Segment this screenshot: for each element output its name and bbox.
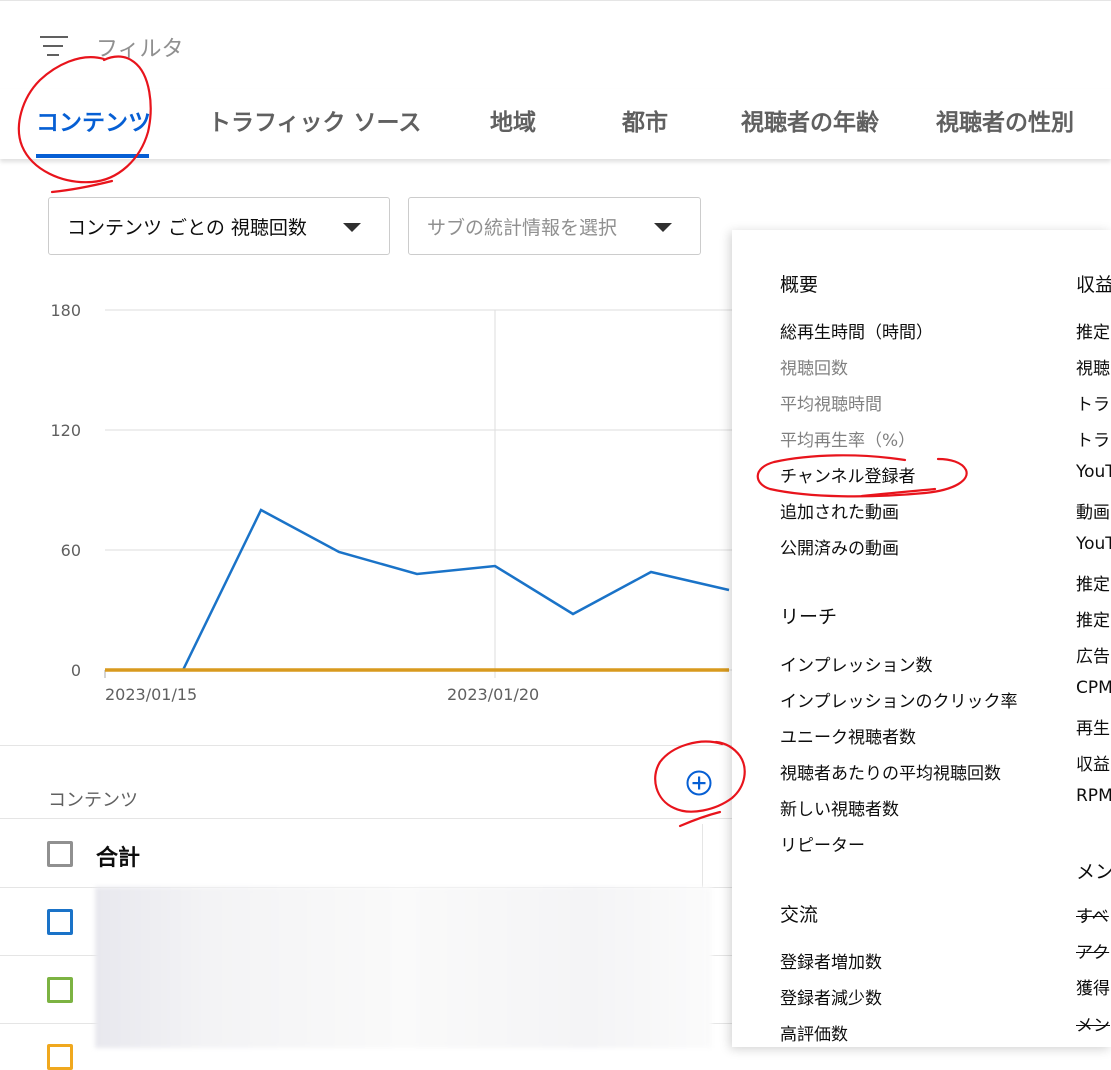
menu-section-title: 収益 <box>1076 274 1111 296</box>
tab-viewer-gender[interactable]: 視聴者の性別 <box>936 89 1074 159</box>
content-table: コンテンツ 合計 <box>0 745 735 1070</box>
report-tabs: コンテンツ トラフィック ソース 地域 都市 視聴者の年齢 視聴者の性別 <box>0 89 1111 159</box>
metric-option[interactable]: 再生 <box>1076 714 1110 739</box>
menu-section-title: 交流 <box>780 904 819 926</box>
metric-option[interactable]: 公開済みの動画 <box>780 534 899 559</box>
y-tick-label: 0 <box>71 661 81 680</box>
metric-option[interactable]: 追加された動画 <box>780 498 899 523</box>
blurred-content-rows <box>95 887 712 1048</box>
metric-option[interactable]: トラ <box>1076 390 1110 415</box>
metric-option[interactable]: 視聴者あたりの平均視聴回数 <box>780 759 1001 784</box>
y-tick-label: 60 <box>61 541 81 560</box>
metric-option[interactable]: 新しい視聴者数 <box>780 795 899 820</box>
metric-option[interactable]: 推定 <box>1076 606 1110 631</box>
metric-option[interactable]: 登録者減少数 <box>780 984 882 1009</box>
x-tick-label: 2023/01/20 <box>447 685 539 704</box>
add-circle-icon[interactable] <box>686 770 712 796</box>
metric-dropdown-value: コンテンツ ごとの 視聴回数 <box>67 217 307 239</box>
row-checkbox[interactable] <box>47 977 73 1003</box>
metric-option[interactable]: CPM <box>1076 678 1111 698</box>
filter-label[interactable]: フィルタ <box>96 31 184 63</box>
menu-section-title: リーチ <box>780 606 838 628</box>
tab-viewer-age[interactable]: 視聴者の年齢 <box>741 89 879 159</box>
metric-option[interactable]: 獲得 <box>1076 974 1110 999</box>
tab-content[interactable]: コンテンツ <box>36 89 151 159</box>
metric-option[interactable]: インプレッションのクリック率 <box>780 687 1018 712</box>
tab-traffic-source[interactable]: トラフィック ソース <box>208 89 421 159</box>
metric-option[interactable]: トラ <box>1076 426 1110 451</box>
metric-option[interactable]: YouT <box>1076 534 1111 554</box>
metric-option[interactable]: RPM <box>1076 786 1111 806</box>
metric-option[interactable]: 総再生時間（時間） <box>780 318 933 343</box>
menu-section-title: メン <box>1076 861 1111 883</box>
metric-option[interactable]: 平均視聴時間 <box>780 390 882 415</box>
metric-option[interactable]: 動画 <box>1076 498 1110 523</box>
total-row-label: 合計 <box>96 846 141 871</box>
y-tick-label: 120 <box>50 421 81 440</box>
metric-option[interactable]: 視聴 <box>1076 354 1110 379</box>
metric-option[interactable]: 収益 <box>1076 750 1110 775</box>
sub-metric-placeholder: サブの統計情報を選択 <box>427 217 618 239</box>
metric-option[interactable]: 平均再生率（%） <box>780 426 915 451</box>
metric-option[interactable]: ユニーク視聴者数 <box>780 723 916 748</box>
metric-option[interactable]: YouT <box>1076 462 1111 482</box>
x-tick-label: 2023/01/15 <box>105 685 197 704</box>
metric-option[interactable]: アク <box>1076 938 1109 963</box>
metric-option[interactable]: 視聴回数 <box>780 354 848 379</box>
series-line <box>105 508 730 672</box>
tab-cities[interactable]: 都市 <box>622 89 668 159</box>
metric-dropdown[interactable]: コンテンツ ごとの 視聴回数 <box>48 197 390 255</box>
row-checkbox[interactable] <box>47 909 73 935</box>
chevron-down-icon <box>654 223 672 232</box>
filter-bar: フィルタ <box>0 0 1111 90</box>
active-tab-indicator <box>36 154 149 158</box>
views-line-chart: 180 120 60 0 2023/01/15 2023/01/20 <box>50 301 735 704</box>
metric-option[interactable]: 推定 <box>1076 318 1110 343</box>
metric-option[interactable]: 広告 <box>1076 642 1110 667</box>
metric-option[interactable]: リピーター <box>780 831 865 856</box>
chevron-down-icon <box>343 223 361 232</box>
content-column-header: コンテンツ <box>48 790 138 811</box>
metric-option[interactable]: 高評価数 <box>780 1020 848 1045</box>
total-checkbox[interactable] <box>47 841 73 867</box>
metric-picker-menu: 概要総再生時間（時間） 視聴回数平均視聴時間平均再生率（%） チャンネル登録者 追加さ… <box>732 230 1111 1047</box>
sub-metric-dropdown[interactable]: サブの統計情報を選択 <box>408 197 701 255</box>
metric-option[interactable]: メン <box>1076 1011 1110 1036</box>
y-tick-label: 180 <box>50 301 81 320</box>
column-divider <box>702 824 703 888</box>
filter-lines-icon[interactable] <box>40 35 68 57</box>
metric-option[interactable]: 推定 <box>1076 570 1110 595</box>
metric-option[interactable]: すべ <box>1076 902 1109 927</box>
metric-option[interactable]: チャンネル登録者 <box>780 462 916 487</box>
table-divider <box>0 818 735 819</box>
menu-section-title: 概要 <box>780 274 819 296</box>
tab-geography[interactable]: 地域 <box>490 89 536 159</box>
row-checkbox[interactable] <box>47 1044 73 1070</box>
metric-option[interactable]: 登録者増加数 <box>780 948 882 973</box>
metric-option[interactable]: インプレッション数 <box>780 651 933 676</box>
